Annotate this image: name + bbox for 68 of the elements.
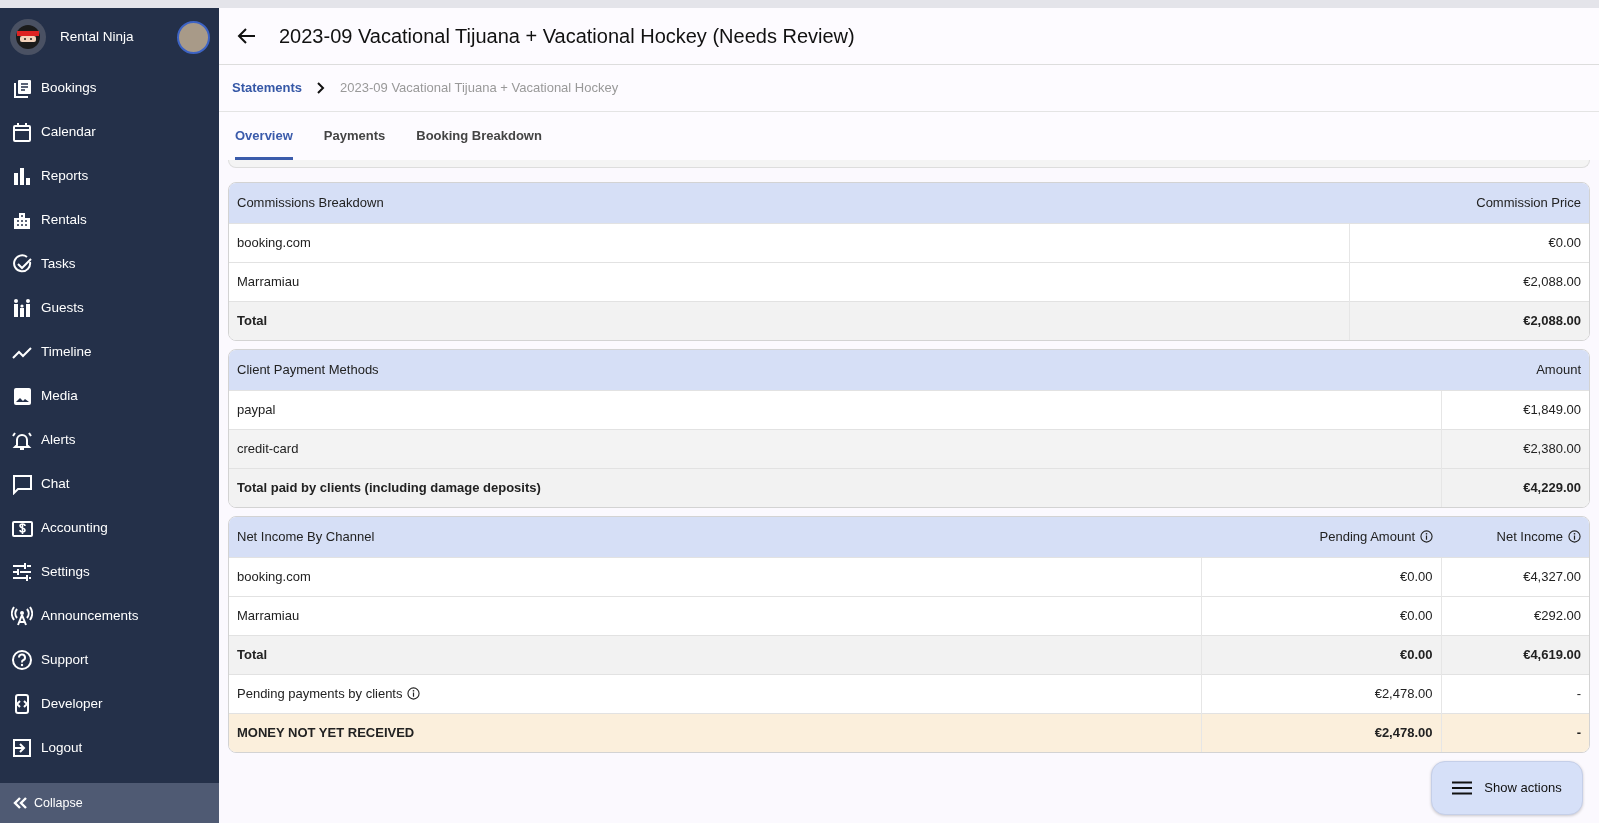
table-cell: Total paid by clients (including damage deposits) [229,468,1441,507]
nav-link[interactable]: Alerts [0,418,219,462]
table-cell: Total [229,635,1201,674]
tab[interactable]: Payments [323,112,386,160]
sliders-icon [11,561,33,583]
logout-icon [11,737,33,759]
breadcrumb-current: 2023-09 Vacational Tijuana + Vacational Hockey [340,79,619,98]
table-cell: booking.com [229,557,1201,596]
help-icon [11,649,33,671]
book-stack-icon [11,77,33,99]
info-icon[interactable] [1420,530,1433,543]
table-cell: €0.00 [1349,223,1589,262]
check-circle-icon [11,253,33,275]
table-cell: €4,327.00 [1441,557,1589,596]
table-cell: MONEY NOT YET RECEIVED [229,713,1201,752]
column-header: Net Income By Channel [229,517,1201,557]
column-header: Client Payment Methods [229,350,1441,390]
table-cell: €2,478.00 [1201,713,1441,752]
breadcrumb-link[interactable]: Statements [232,78,303,98]
table-cell: €0.00 [1201,557,1441,596]
menu-icon [1452,781,1473,795]
nav-link[interactable]: Announcements [0,594,219,638]
column-header: Commission Price [1349,183,1589,223]
nav-link[interactable]: Calendar [0,110,219,154]
avatar[interactable] [177,20,210,54]
show-actions-button[interactable]: Show actions [1431,761,1583,815]
nav-link[interactable]: Tasks [0,242,219,286]
nav-link[interactable]: Accounting [0,506,219,550]
nav-link[interactable]: Rentals [0,198,219,242]
table-cell: €4,229.00 [1441,468,1589,507]
table-cell: €4,619.00 [1441,635,1589,674]
table-cell: - [1441,713,1589,752]
nav-link[interactable]: Reports [0,154,219,198]
collapse-button[interactable]: Collapse [0,783,219,823]
nav-link[interactable]: Media [0,374,219,418]
tab[interactable]: Booking Breakdown [416,112,542,160]
page-title: 2023-09 Vacational Tijuana + Vacational Hockey (Needs Review) [279,24,855,48]
column-header: Amount [1441,350,1589,390]
table-cell: €2,380.00 [1441,429,1589,468]
chevron-right-icon [316,81,327,95]
image-icon [11,385,33,407]
speech-bubble-icon [11,473,33,495]
ninja-logo-icon [10,19,46,55]
table-cell: booking.com [229,223,1349,262]
bar-chart-icon [11,165,33,187]
family-icon [11,297,33,319]
calendar-icon [11,121,33,143]
antenna-icon [11,605,33,627]
nav-link[interactable]: Logout [0,726,219,770]
nav-link[interactable]: Bookings [0,66,219,110]
column-header: Commissions Breakdown [229,183,1349,223]
table-cell: €0.00 [1201,635,1441,674]
nav-link[interactable]: Developer [0,682,219,726]
table-cell: €2,088.00 [1349,301,1589,340]
info-icon[interactable] [1568,530,1581,543]
table-cell: Total [229,301,1349,340]
nav-link[interactable]: Support [0,638,219,682]
back-arrow-icon[interactable] [237,26,257,46]
nav-link[interactable]: Timeline [0,330,219,374]
nav-link[interactable]: Chat [0,462,219,506]
table-cell: credit-card [229,429,1441,468]
info-icon[interactable] [407,686,421,700]
nav-link[interactable]: Guests [0,286,219,330]
column-header: Pending Amount [1201,517,1441,557]
column-header: Net Income [1441,517,1589,557]
double-chevron-left-icon [12,796,28,810]
brand-name: Rental Ninja [60,27,134,46]
nav-link[interactable]: Settings [0,550,219,594]
